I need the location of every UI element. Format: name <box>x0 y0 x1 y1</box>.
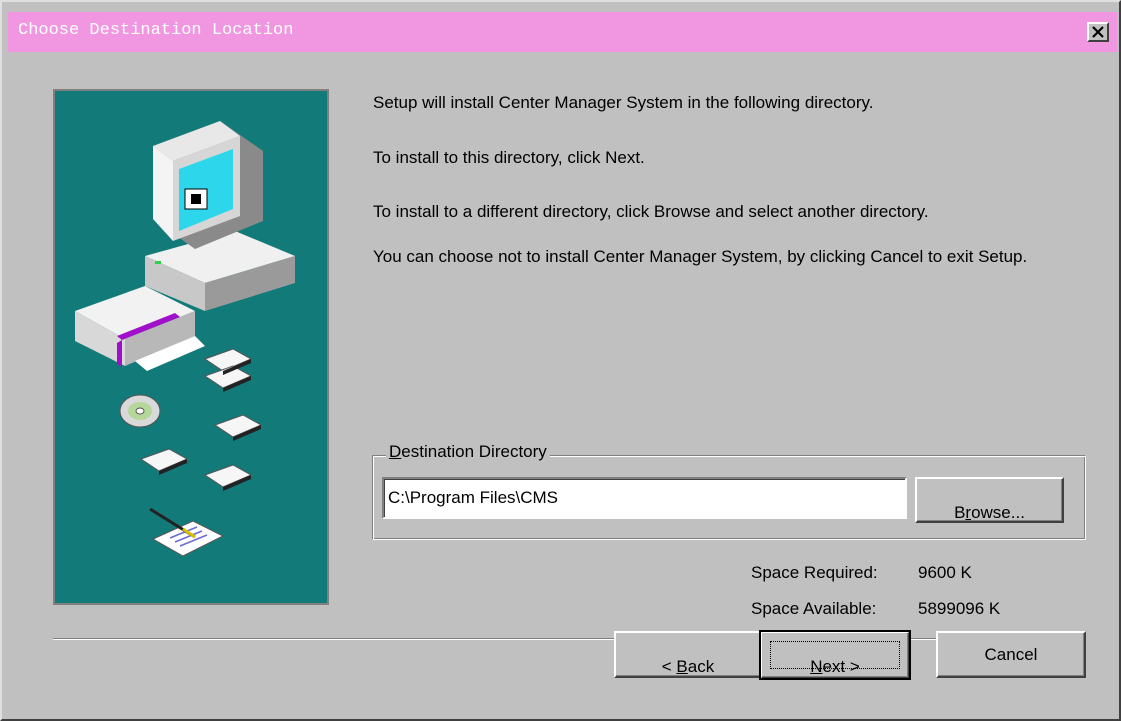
setup-dialog: Choose Destination Location Setup will i… <box>0 0 1121 721</box>
separator <box>53 638 1086 640</box>
next-instruction: To install to this directory, click Next… <box>373 148 645 167</box>
label-part: < <box>661 657 677 676</box>
destination-group-label: Destination Directory <box>386 442 550 462</box>
space-available-label: Space Available: <box>751 599 877 618</box>
label-part: ack <box>687 657 715 676</box>
space-required-label: Space Required: <box>751 563 878 582</box>
accel-letter: N <box>810 657 823 676</box>
label-text: estination Directory <box>401 442 547 461</box>
space-available-value: 5899096 K <box>918 599 1001 618</box>
back-button[interactable]: < Back <box>614 631 762 678</box>
cancel-label: Cancel <box>984 645 1038 664</box>
intro-message: Setup will install Center Manager System… <box>373 93 874 112</box>
close-button[interactable] <box>1087 22 1109 42</box>
browse-label: Browse... <box>954 491 1025 522</box>
title-bar[interactable]: Choose Destination Location <box>8 12 1117 52</box>
label-part: ext > <box>822 657 860 676</box>
close-icon <box>1092 26 1104 38</box>
next-button[interactable]: Next > <box>759 630 911 680</box>
window-title: Choose Destination Location <box>18 21 294 40</box>
computer-install-icon <box>75 121 295 557</box>
browse-button[interactable]: Browse... <box>915 477 1064 523</box>
next-label: Next > <box>810 645 860 676</box>
label-part: B <box>954 503 966 522</box>
cancel-instruction: You can choose not to install Center Man… <box>373 247 1028 266</box>
browse-instruction: To install to a different directory, cli… <box>373 202 929 221</box>
label-part: owse... <box>971 503 1025 522</box>
destination-path-input[interactable] <box>382 477 907 519</box>
accel-letter: D <box>389 442 402 461</box>
setup-illustration <box>53 89 329 605</box>
accel-letter: B <box>676 657 688 676</box>
cancel-button[interactable]: Cancel <box>936 631 1086 678</box>
space-required-value: 9600 K <box>918 563 972 582</box>
back-label: < Back <box>662 645 714 676</box>
